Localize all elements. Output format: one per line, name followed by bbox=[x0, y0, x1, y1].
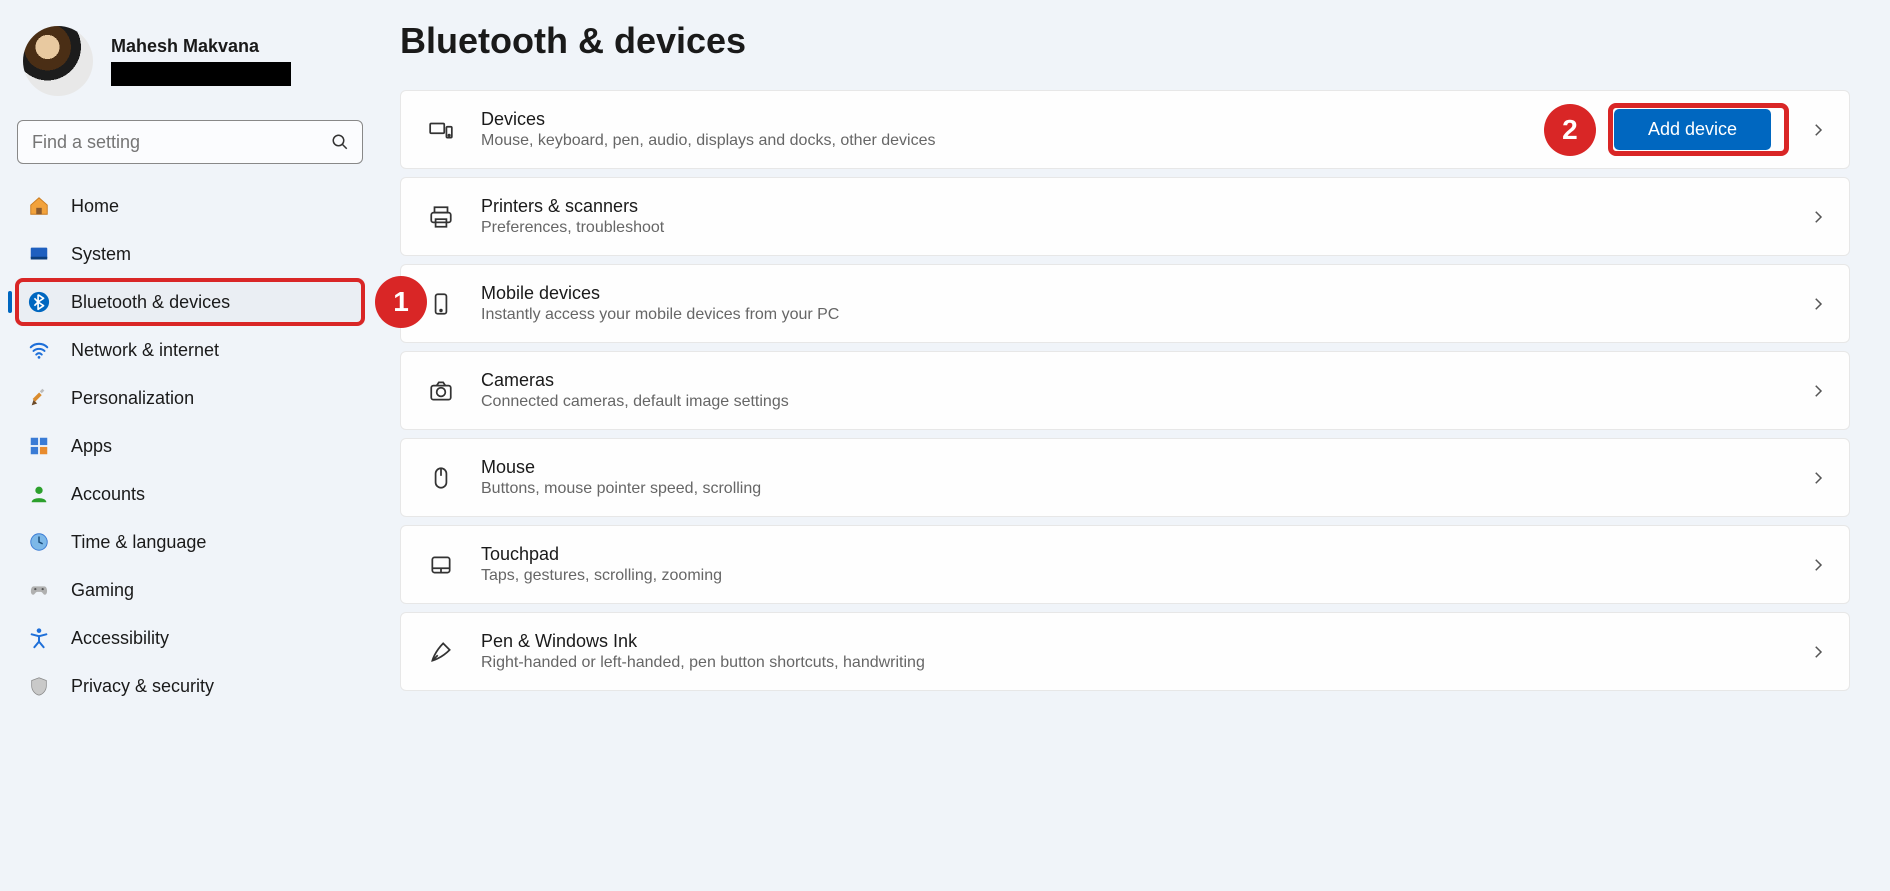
time-language-icon bbox=[27, 530, 51, 554]
card-title: Mouse bbox=[481, 457, 1783, 478]
sidebar-item-home[interactable]: Home bbox=[15, 182, 365, 230]
devices-icon bbox=[427, 116, 455, 144]
home-icon bbox=[27, 194, 51, 218]
chevron-right-icon bbox=[1809, 295, 1827, 313]
sidebar-item-gaming[interactable]: Gaming bbox=[15, 566, 365, 614]
chevron-right-icon bbox=[1809, 382, 1827, 400]
chevron-right-icon bbox=[1809, 643, 1827, 661]
accounts-icon bbox=[27, 482, 51, 506]
card-subtitle: Instantly access your mobile devices fro… bbox=[481, 306, 1783, 324]
card-devices[interactable]: Devices Mouse, keyboard, pen, audio, dis… bbox=[400, 90, 1850, 169]
page-title: Bluetooth & devices bbox=[400, 20, 1850, 62]
sidebar-item-label: Time & language bbox=[71, 532, 206, 553]
printer-icon bbox=[427, 203, 455, 231]
sidebar: Mahesh Makvana Home System bbox=[0, 0, 380, 891]
personalization-icon bbox=[27, 386, 51, 410]
annotation-number-2: 2 bbox=[1544, 104, 1596, 156]
sidebar-item-label: Accessibility bbox=[71, 628, 169, 649]
sidebar-item-apps[interactable]: Apps bbox=[15, 422, 365, 470]
card-subtitle: Buttons, mouse pointer speed, scrolling bbox=[481, 480, 1783, 498]
sidebar-item-label: Accounts bbox=[71, 484, 145, 505]
card-printers-scanners[interactable]: Printers & scanners Preferences, trouble… bbox=[400, 177, 1850, 256]
sidebar-item-label: Apps bbox=[71, 436, 112, 457]
gaming-icon bbox=[27, 578, 51, 602]
search-input[interactable] bbox=[17, 120, 363, 164]
touchpad-icon bbox=[427, 551, 455, 579]
sidebar-item-system[interactable]: System bbox=[15, 230, 365, 278]
sidebar-item-privacy-security[interactable]: Privacy & security bbox=[15, 662, 365, 710]
sidebar-item-label: Network & internet bbox=[71, 340, 219, 361]
card-cameras[interactable]: Cameras Connected cameras, default image… bbox=[400, 351, 1850, 430]
mobile-icon bbox=[427, 290, 455, 318]
card-title: Devices bbox=[481, 109, 1588, 130]
bluetooth-icon bbox=[27, 290, 51, 314]
profile-email-redacted bbox=[111, 62, 291, 86]
card-mouse[interactable]: Mouse Buttons, mouse pointer speed, scro… bbox=[400, 438, 1850, 517]
card-pen-windows-ink[interactable]: Pen & Windows Ink Right-handed or left-h… bbox=[400, 612, 1850, 691]
network-icon bbox=[27, 338, 51, 362]
chevron-right-icon bbox=[1809, 556, 1827, 574]
card-title: Touchpad bbox=[481, 544, 1783, 565]
pen-icon bbox=[427, 638, 455, 666]
camera-icon bbox=[427, 377, 455, 405]
search-icon bbox=[331, 133, 349, 151]
user-profile[interactable]: Mahesh Makvana bbox=[15, 20, 365, 114]
sidebar-item-label: Privacy & security bbox=[71, 676, 214, 697]
avatar bbox=[23, 26, 93, 96]
sidebar-item-label: Gaming bbox=[71, 580, 134, 601]
sidebar-item-label: Home bbox=[71, 196, 119, 217]
main-content: Bluetooth & devices Devices Mouse, keybo… bbox=[380, 0, 1890, 891]
settings-cards: Devices Mouse, keyboard, pen, audio, dis… bbox=[400, 90, 1850, 691]
add-device-button[interactable]: Add device bbox=[1614, 109, 1771, 150]
privacy-icon bbox=[27, 674, 51, 698]
card-subtitle: Taps, gestures, scrolling, zooming bbox=[481, 567, 1783, 585]
sidebar-item-time-language[interactable]: Time & language bbox=[15, 518, 365, 566]
card-title: Printers & scanners bbox=[481, 196, 1783, 217]
apps-icon bbox=[27, 434, 51, 458]
sidebar-item-accounts[interactable]: Accounts bbox=[15, 470, 365, 518]
card-subtitle: Mouse, keyboard, pen, audio, displays an… bbox=[481, 132, 1588, 150]
card-title: Cameras bbox=[481, 370, 1783, 391]
sidebar-item-label: System bbox=[71, 244, 131, 265]
annotation-number-1: 1 bbox=[375, 276, 427, 328]
mouse-icon bbox=[427, 464, 455, 492]
chevron-right-icon bbox=[1809, 208, 1827, 226]
sidebar-item-label: Personalization bbox=[71, 388, 194, 409]
card-mobile-devices[interactable]: Mobile devices Instantly access your mob… bbox=[400, 264, 1850, 343]
system-icon bbox=[27, 242, 51, 266]
sidebar-item-bluetooth-devices[interactable]: Bluetooth & devices 1 bbox=[15, 278, 365, 326]
sidebar-item-personalization[interactable]: Personalization bbox=[15, 374, 365, 422]
sidebar-item-label: Bluetooth & devices bbox=[71, 292, 230, 313]
search-container bbox=[17, 120, 363, 164]
sidebar-item-accessibility[interactable]: Accessibility bbox=[15, 614, 365, 662]
chevron-right-icon bbox=[1809, 121, 1827, 139]
card-touchpad[interactable]: Touchpad Taps, gestures, scrolling, zoom… bbox=[400, 525, 1850, 604]
card-subtitle: Preferences, troubleshoot bbox=[481, 219, 1783, 237]
card-subtitle: Right-handed or left-handed, pen button … bbox=[481, 654, 1783, 672]
accessibility-icon bbox=[27, 626, 51, 650]
card-title: Pen & Windows Ink bbox=[481, 631, 1783, 652]
card-subtitle: Connected cameras, default image setting… bbox=[481, 393, 1783, 411]
profile-name: Mahesh Makvana bbox=[111, 36, 291, 57]
sidebar-nav: Home System Bluetooth & devices 1 bbox=[15, 182, 365, 710]
sidebar-item-network[interactable]: Network & internet bbox=[15, 326, 365, 374]
card-title: Mobile devices bbox=[481, 283, 1783, 304]
chevron-right-icon bbox=[1809, 469, 1827, 487]
